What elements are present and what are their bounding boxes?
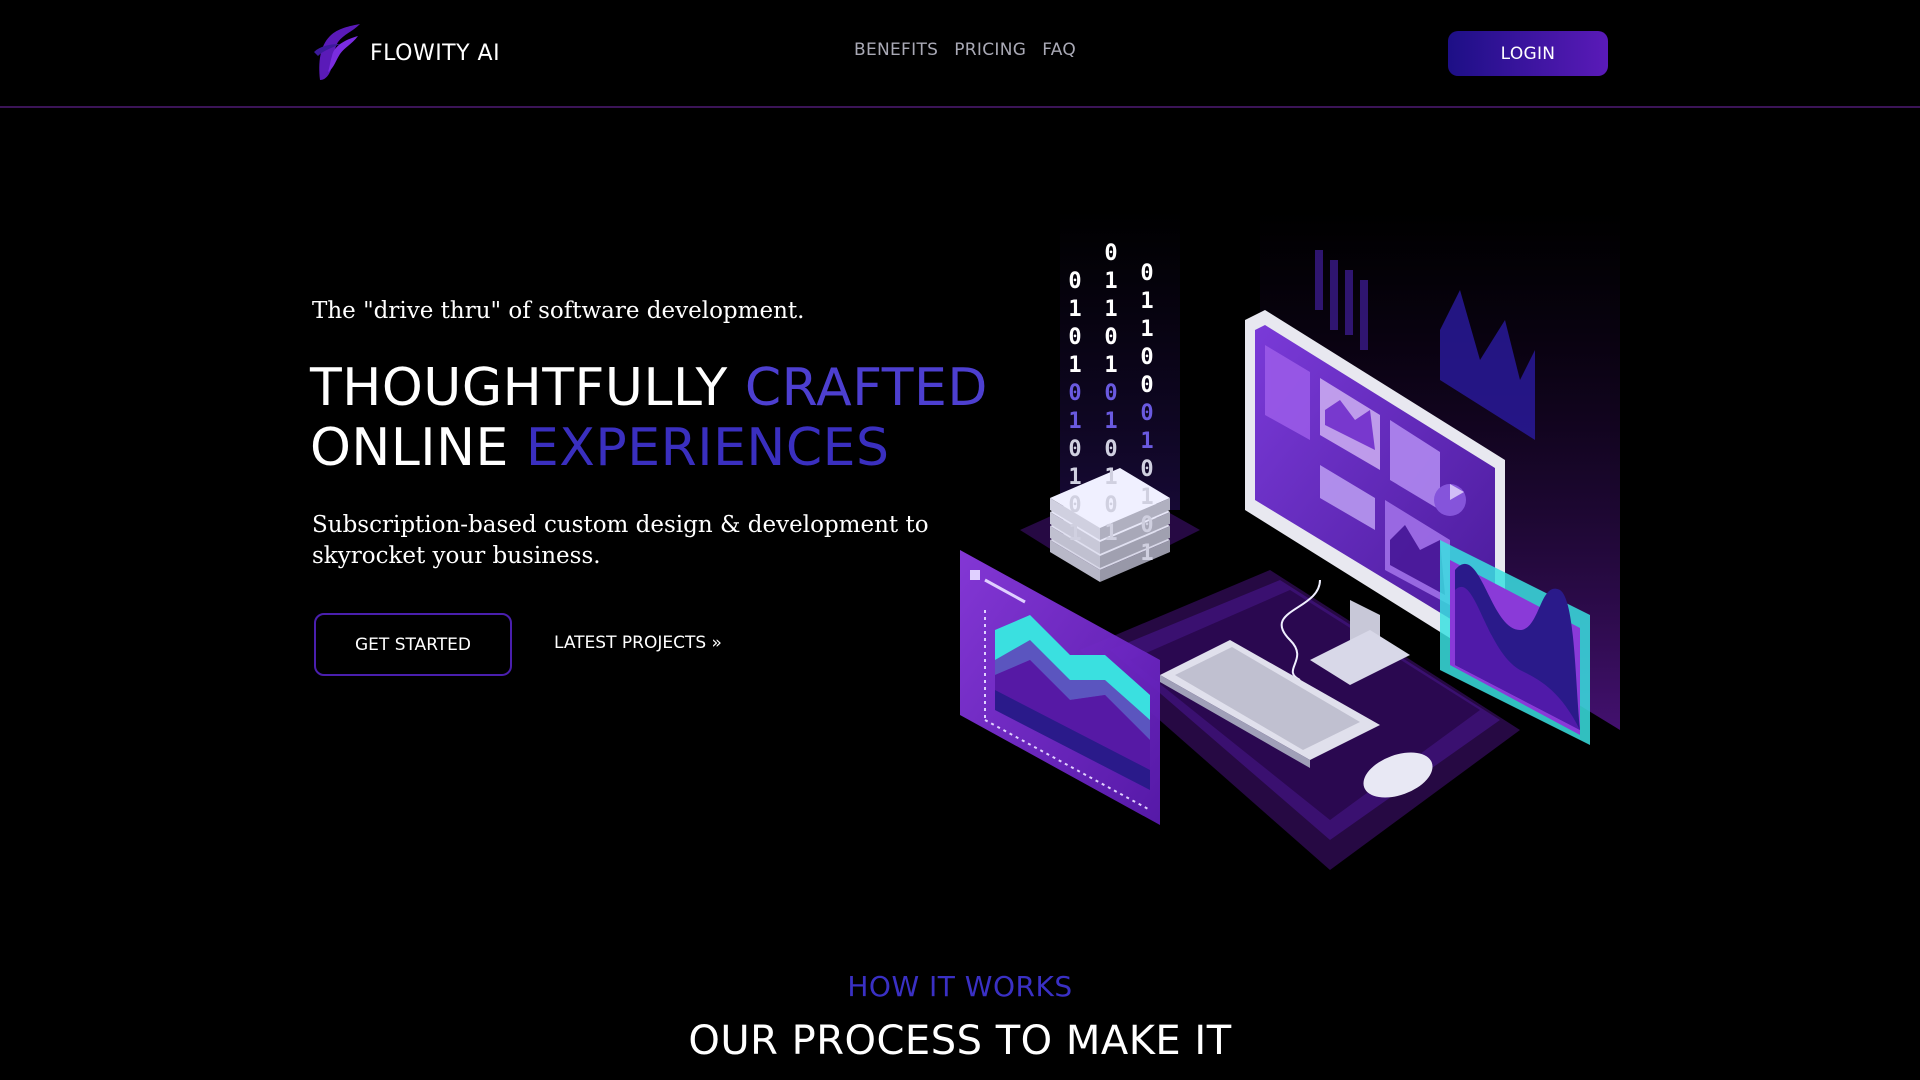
flowity-logo-icon xyxy=(314,24,360,80)
svg-text:1: 1 xyxy=(1104,353,1117,378)
isometric-computer-illustration-icon: 010 1 011 01 011 00 01 01 01 0101 0101 0… xyxy=(960,210,1620,870)
headline-word-crafted: CRAFTED xyxy=(744,358,988,418)
svg-text:1: 1 xyxy=(1068,353,1081,378)
svg-text:1: 1 xyxy=(1068,465,1081,490)
nav-link-faq[interactable]: FAQ xyxy=(1042,40,1076,60)
svg-text:0: 0 xyxy=(1140,513,1153,538)
hero-subtitle: Subscription-based custom design & devel… xyxy=(312,512,929,569)
headline-word-thoughtfully: THOUGHTFULLY xyxy=(310,358,728,418)
svg-text:1: 1 xyxy=(1068,297,1081,322)
svg-text:1: 1 xyxy=(1104,465,1117,490)
site-header: FLOWITY AI BENEFITS PRICING FAQ LOGIN xyxy=(0,0,1920,108)
svg-text:1: 1 xyxy=(1140,317,1153,342)
svg-text:0: 0 xyxy=(1068,325,1081,350)
svg-text:1: 1 xyxy=(1140,541,1153,566)
svg-text:1: 1 xyxy=(1104,409,1117,434)
brand-logo-link[interactable]: FLOWITY AI xyxy=(310,22,500,84)
svg-text:0: 0 xyxy=(1068,381,1081,406)
svg-text:1: 1 xyxy=(1104,269,1117,294)
main-nav: BENEFITS PRICING FAQ xyxy=(854,40,1076,60)
svg-text:0: 0 xyxy=(1140,373,1153,398)
how-it-works-eyebrow: HOW IT WORKS xyxy=(847,970,1073,1003)
svg-text:1: 1 xyxy=(1068,409,1081,434)
svg-text:0: 0 xyxy=(1140,345,1153,370)
hero-headline: THOUGHTFULLY CRAFTED ONLINE EXPERIENCES xyxy=(310,358,988,478)
svg-text:0: 0 xyxy=(1068,493,1081,518)
process-title: OUR PROCESS TO MAKE IT xyxy=(688,1018,1232,1064)
svg-text:0: 0 xyxy=(1068,269,1081,294)
get-started-button[interactable]: GET STARTED xyxy=(314,613,512,676)
svg-text:0: 0 xyxy=(1104,381,1117,406)
hero-tagline: The "drive thru" of software development… xyxy=(312,298,805,324)
svg-text:1: 1 xyxy=(1140,429,1153,454)
svg-text:0: 0 xyxy=(1140,457,1153,482)
headline-word-online: ONLINE xyxy=(310,418,509,478)
login-button[interactable]: LOGIN xyxy=(1448,31,1608,76)
nav-link-benefits[interactable]: BENEFITS xyxy=(854,40,938,60)
svg-text:0: 0 xyxy=(1104,325,1117,350)
brand-name: FLOWITY AI xyxy=(370,40,501,66)
svg-text:1: 1 xyxy=(1140,289,1153,314)
latest-projects-link[interactable]: LATEST PROJECTS » xyxy=(554,633,722,653)
svg-text:0: 0 xyxy=(1104,493,1117,518)
svg-text:0: 0 xyxy=(1068,437,1081,462)
svg-text:1: 1 xyxy=(1068,521,1081,546)
svg-text:0: 0 xyxy=(1140,401,1153,426)
svg-text:0: 0 xyxy=(1140,261,1153,286)
nav-link-pricing[interactable]: PRICING xyxy=(954,40,1026,60)
svg-text:1: 1 xyxy=(1104,297,1117,322)
headline-word-experiences: EXPERIENCES xyxy=(525,418,890,478)
svg-text:0: 0 xyxy=(1104,437,1117,462)
svg-text:1: 1 xyxy=(1104,521,1117,546)
svg-text:0: 0 xyxy=(1104,241,1117,266)
svg-text:1: 1 xyxy=(1140,485,1153,510)
